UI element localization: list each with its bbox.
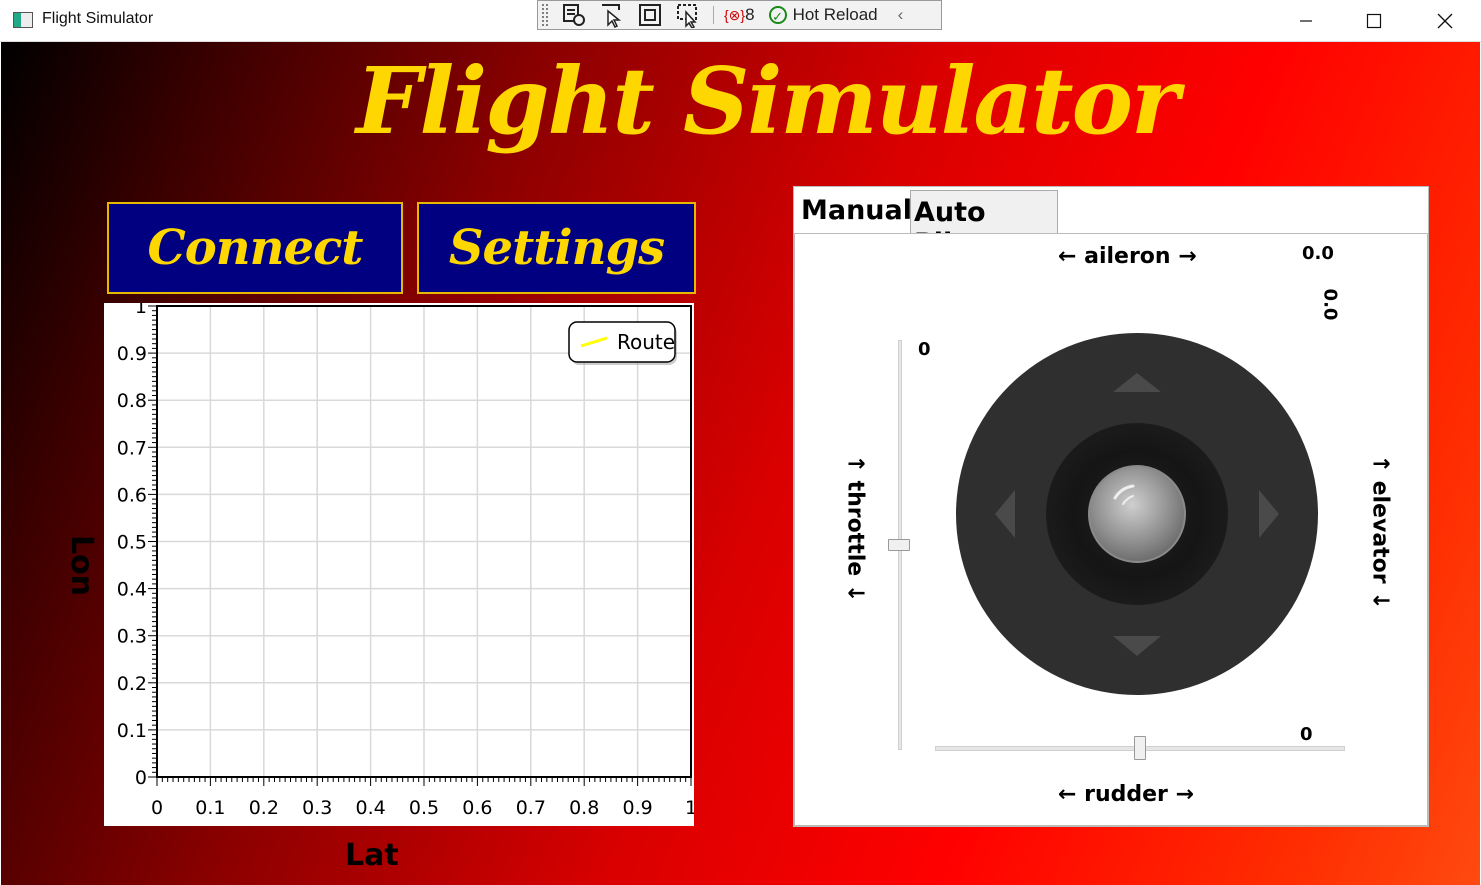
rudder-slider-thumb[interactable] xyxy=(1134,736,1146,760)
x-tick-label: 0.8 xyxy=(569,797,599,819)
display-layout-adorners-icon[interactable] xyxy=(637,2,663,28)
binding-error-count: 8 xyxy=(745,5,755,24)
rudder-value: 0 xyxy=(1300,724,1313,745)
route-chart: 0 0.1 0.2 0.3 0.4 0.5 0.6 0.7 0.8 0.9 1 0 0.1 0.2 0.3 0… xyxy=(104,296,697,826)
app-client-area: Flight Simulator Connect Settings 0 0.1 0.… xyxy=(1,42,1480,885)
y-tick-label: 1 xyxy=(135,303,147,318)
route-chart-plot: 0 0.1 0.2 0.3 0.4 0.5 0.6 0.7 0.8 0.9 1 0 0.1 0.2 0.3 0… xyxy=(117,296,697,819)
y-tick-label: 0.4 xyxy=(117,579,147,601)
x-tick-label: 0.1 xyxy=(195,797,225,819)
close-icon xyxy=(1437,13,1453,28)
window-title: Flight Simulator xyxy=(42,10,154,27)
throttle-slider[interactable] xyxy=(888,340,910,750)
select-element-icon[interactable] xyxy=(599,2,625,29)
y-tick-label: 0.5 xyxy=(117,532,147,554)
maximize-button[interactable] xyxy=(1351,0,1397,41)
app-heading: Flight Simulator xyxy=(356,47,1179,155)
y-tick-label: 0.6 xyxy=(117,484,147,506)
x-tick-label: 0.5 xyxy=(409,797,439,819)
x-tick-label: 0.4 xyxy=(355,797,385,819)
minimize-icon xyxy=(1300,19,1312,22)
collapse-toolbar-icon[interactable]: ‹ xyxy=(898,5,904,25)
x-tick-label: 0.6 xyxy=(462,797,492,819)
settings-button[interactable]: Settings xyxy=(417,202,696,294)
y-tick-label: 0.1 xyxy=(117,720,147,742)
xaml-debug-toolbar: {⊗}8 ✓ Hot Reload ‹ xyxy=(537,0,942,30)
y-tick-label: 0.8 xyxy=(117,390,147,412)
y-tick-label: 0.3 xyxy=(117,626,147,648)
hot-reload-check-icon: ✓ xyxy=(768,6,787,24)
aileron-label: ← aileron → xyxy=(1058,244,1197,269)
x-tick-label: 0.2 xyxy=(249,797,279,819)
x-tick-label: 0.3 xyxy=(302,797,332,819)
tab-manual[interactable]: Manual xyxy=(794,187,912,233)
x-axis-title: Lat xyxy=(345,838,399,873)
x-tick-label: 0 xyxy=(151,797,163,819)
y-tick-label: 0.7 xyxy=(117,437,147,459)
manual-tab-content: ← aileron → 0.0 0.0 ↑ elevator ↓ 0 ↑ thr… xyxy=(794,233,1428,826)
x-tick-label: 1 xyxy=(685,797,694,819)
app-icon xyxy=(13,12,33,28)
hot-reload-label[interactable]: Hot Reload xyxy=(793,5,878,25)
aileron-value: 0.0 xyxy=(1302,243,1334,264)
x-tick-label: 0.9 xyxy=(622,797,652,819)
binding-error-icon: {⊗} xyxy=(724,7,746,23)
rudder-label: ← rudder → xyxy=(1058,782,1194,807)
throttle-slider-thumb[interactable] xyxy=(888,539,910,551)
legend-label-route: Route xyxy=(617,330,675,354)
toolbar-grip-icon[interactable] xyxy=(541,3,549,27)
live-visual-tree-icon[interactable] xyxy=(561,2,587,28)
y-tick-label: 0 xyxy=(135,767,147,789)
throttle-label: ↑ throttle ↓ xyxy=(842,454,868,603)
throttle-value: 0 xyxy=(918,339,931,360)
control-panel: Manual Auto Pilot ← aileron → 0.0 0.0 ↑ … xyxy=(793,186,1429,827)
x-tick-label: 0.7 xyxy=(516,797,546,819)
binding-errors-indicator[interactable]: {⊗}8 xyxy=(724,5,755,25)
tab-auto-pilot[interactable]: Auto Pilot xyxy=(910,190,1058,259)
joystick-knob[interactable] xyxy=(1088,465,1186,563)
toolbar-separator xyxy=(713,6,714,24)
y-tick-label: 0.9 xyxy=(117,343,147,365)
elevator-value: 0.0 xyxy=(1319,288,1341,321)
window-titlebar: Flight Simulator {⊗}8 ✓ Hot Reload ‹ xyxy=(0,0,1481,42)
track-focused-element-icon[interactable] xyxy=(675,2,701,29)
maximize-icon xyxy=(1366,13,1382,28)
y-axis-title: Lon xyxy=(64,534,100,597)
minimize-button[interactable] xyxy=(1283,0,1329,41)
rudder-slider[interactable] xyxy=(935,736,1345,760)
joystick-graphic xyxy=(956,333,1318,695)
y-tick-label: 0.2 xyxy=(117,673,147,695)
close-button[interactable] xyxy=(1422,0,1468,41)
connect-button[interactable]: Connect xyxy=(107,202,403,294)
elevator-label: ↑ elevator ↓ xyxy=(1367,454,1393,610)
joystick[interactable] xyxy=(955,332,1319,696)
